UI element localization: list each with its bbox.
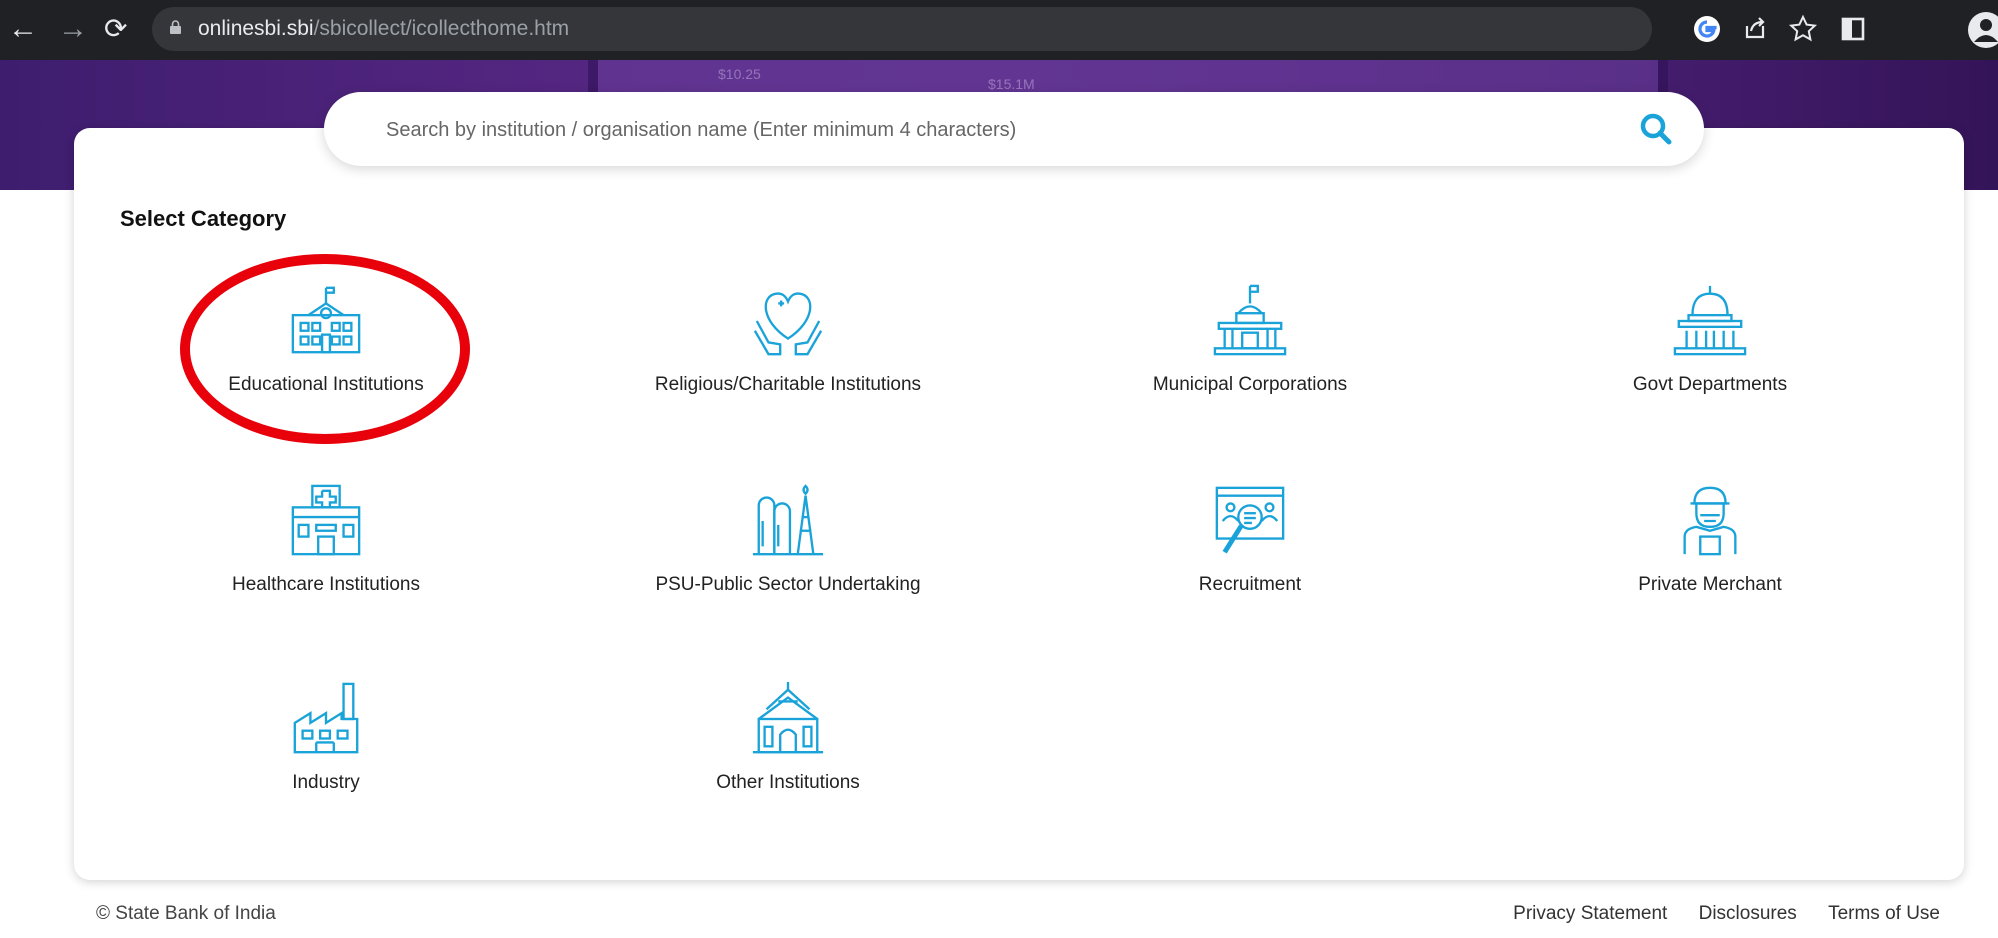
category-recruitment[interactable]: Recruitment bbox=[1060, 482, 1440, 622]
footer-copyright: © State Bank of India bbox=[96, 903, 276, 924]
reload-icon[interactable]: ⟳ bbox=[104, 12, 127, 46]
refinery-icon bbox=[752, 484, 824, 556]
category-label: Govt Departments bbox=[1632, 374, 1788, 395]
share-icon[interactable] bbox=[1738, 12, 1772, 46]
browser-toolbar: ← → ⟳ onlinesbi.sbi/sbicollect/icollecth… bbox=[0, 0, 1998, 60]
footer-links: Privacy Statement Disclosures Terms of U… bbox=[1487, 903, 1940, 925]
category-label: Municipal Corporations bbox=[1152, 374, 1348, 395]
profile-avatar-icon[interactable] bbox=[1966, 10, 1998, 50]
terms-of-use-link[interactable]: Terms of Use bbox=[1828, 903, 1940, 924]
municipal-building-icon bbox=[1213, 284, 1287, 356]
category-other[interactable]: Other Institutions bbox=[598, 680, 978, 820]
disclosures-link[interactable]: Disclosures bbox=[1699, 903, 1797, 924]
category-religious-charitable[interactable]: Religious/Charitable Institutions bbox=[598, 282, 978, 422]
capitol-dome-icon bbox=[1673, 285, 1747, 356]
privacy-statement-link[interactable]: Privacy Statement bbox=[1513, 903, 1667, 924]
category-label: Religious/Charitable Institutions bbox=[654, 374, 922, 395]
category-municipal[interactable]: Municipal Corporations bbox=[1060, 282, 1440, 422]
bookmark-star-icon[interactable] bbox=[1786, 12, 1820, 46]
side-panel-icon[interactable] bbox=[1836, 12, 1870, 46]
category-govt-departments[interactable]: Govt Departments bbox=[1520, 282, 1900, 422]
category-label: Private Merchant bbox=[1638, 574, 1782, 595]
category-private-merchant[interactable]: Private Merchant bbox=[1520, 482, 1900, 622]
highlight-circle-annotation bbox=[180, 254, 470, 444]
search-bar bbox=[324, 92, 1704, 166]
category-label: Healthcare Institutions bbox=[232, 574, 420, 595]
lock-icon bbox=[170, 20, 181, 34]
category-label: Industry bbox=[292, 772, 360, 793]
address-bar[interactable]: onlinesbi.sbi/sbicollect/icollecthome.ht… bbox=[152, 7, 1652, 51]
heart-hands-icon bbox=[753, 292, 823, 356]
category-label: Recruitment bbox=[1198, 574, 1302, 595]
url-text: onlinesbi.sbi/sbicollect/icollecthome.ht… bbox=[198, 17, 570, 40]
search-input[interactable] bbox=[384, 110, 1588, 150]
category-healthcare[interactable]: Healthcare Institutions bbox=[136, 482, 516, 622]
hospital-icon bbox=[291, 484, 361, 556]
category-label: PSU-Public Sector Undertaking bbox=[655, 574, 921, 595]
back-icon[interactable]: ← bbox=[8, 12, 38, 46]
search-icon[interactable] bbox=[1638, 111, 1674, 147]
section-title: Select Category bbox=[120, 206, 287, 231]
recruitment-search-icon bbox=[1215, 486, 1285, 554]
category-industry[interactable]: Industry bbox=[136, 680, 516, 820]
merchant-person-icon bbox=[1683, 486, 1737, 556]
category-psu[interactable]: PSU-Public Sector Undertaking bbox=[598, 482, 978, 622]
category-label: Other Institutions bbox=[716, 772, 860, 793]
factory-icon bbox=[293, 682, 359, 754]
temple-icon bbox=[752, 681, 824, 754]
google-icon[interactable] bbox=[1690, 12, 1724, 46]
forward-icon[interactable]: → bbox=[58, 12, 88, 46]
